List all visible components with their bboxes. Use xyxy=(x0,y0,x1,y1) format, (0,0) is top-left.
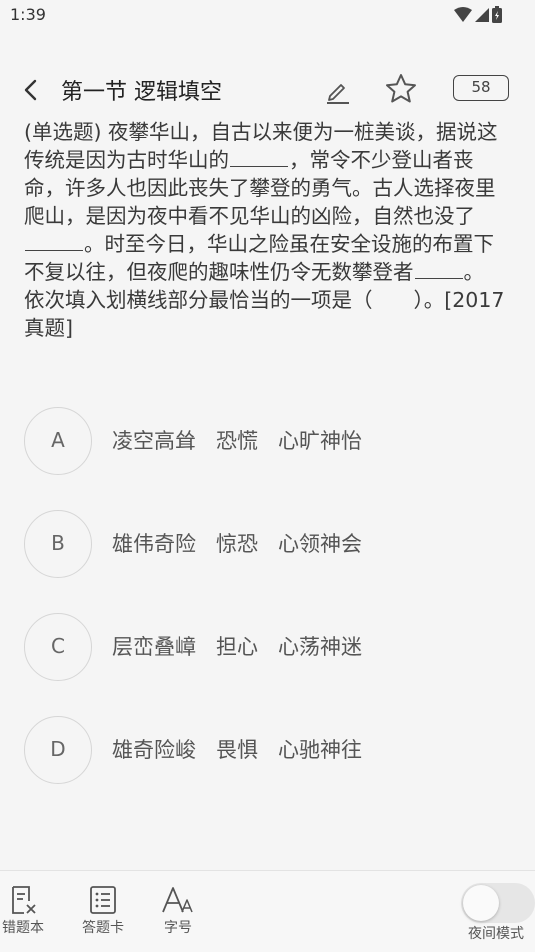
battery-icon xyxy=(492,6,502,23)
night-mode-label: 夜间模式 xyxy=(468,926,524,942)
font-size-label: 字号 xyxy=(164,920,192,936)
option-text[interactable]: 雄奇险峻 畏惧 心驰神往 xyxy=(112,734,362,764)
system-icons xyxy=(454,6,502,23)
wifi-icon xyxy=(454,6,472,22)
answer-card-button[interactable]: 答题卡 xyxy=(80,885,126,937)
blank-line xyxy=(25,232,83,251)
question-segment: 。 xyxy=(463,260,485,284)
option-text[interactable]: 雄伟奇险 惊恐 心领神会 xyxy=(112,528,362,558)
font-size-icon xyxy=(162,887,193,913)
option-d[interactable]: D 雄奇险峻 畏惧 心驰神往 xyxy=(24,716,504,784)
question-passage: (单选题) 夜攀华山，自古以来便为一桩美谈，据说这传统是因为古时华山的 ，常令不少… xyxy=(24,118,510,286)
answer-card-icon xyxy=(90,886,116,914)
font-size-button[interactable]: 字号 xyxy=(160,885,196,937)
option-text[interactable]: 层峦叠嶂 担心 心荡神迷 xyxy=(112,631,362,661)
answer-card-label: 答题卡 xyxy=(82,920,124,936)
top-toolbar: 第一节 逻辑填空 58 xyxy=(0,62,535,118)
pencil-icon[interactable] xyxy=(322,76,352,106)
option-text[interactable]: 凌空高耸 恐慌 心旷神怡 xyxy=(112,425,362,455)
bottom-bar: 错题本 答题卡 字号 夜间模式 xyxy=(0,870,535,952)
blank-line xyxy=(230,148,288,167)
question-prompt: 依次填入划横线部分最恰当的一项是（ ）。[2017真题] xyxy=(24,288,505,340)
status-bar: 1:39 xyxy=(0,0,535,30)
option-c[interactable]: C 层峦叠嶂 担心 心荡神迷 xyxy=(24,613,504,681)
question-text: (单选题) 夜攀华山，自古以来便为一桩美谈，据说这传统是因为古时华山的 ，常令不少… xyxy=(24,118,510,342)
wrong-book-icon xyxy=(12,886,36,914)
option-b[interactable]: B 雄伟奇险 惊恐 心领神会 xyxy=(24,510,504,578)
signal-icon xyxy=(475,7,489,22)
toggle-knob[interactable] xyxy=(463,885,499,921)
back-arrow-icon[interactable] xyxy=(18,76,46,104)
option-letter[interactable]: B xyxy=(24,510,92,578)
page-title: 第一节 逻辑填空 xyxy=(61,80,222,105)
wrong-book-button[interactable]: 错题本 xyxy=(0,885,46,937)
option-letter[interactable]: C xyxy=(24,613,92,681)
option-letter[interactable]: A xyxy=(24,407,92,475)
status-time: 1:39 xyxy=(10,5,46,24)
night-mode-toggle[interactable] xyxy=(461,883,535,923)
question-count-badge[interactable]: 58 xyxy=(453,75,509,101)
blank-line xyxy=(414,260,463,279)
option-a[interactable]: A 凌空高耸 恐慌 心旷神怡 xyxy=(24,407,504,475)
option-letter[interactable]: D xyxy=(24,716,92,784)
wrong-book-label: 错题本 xyxy=(2,920,44,936)
star-icon[interactable] xyxy=(384,72,418,106)
